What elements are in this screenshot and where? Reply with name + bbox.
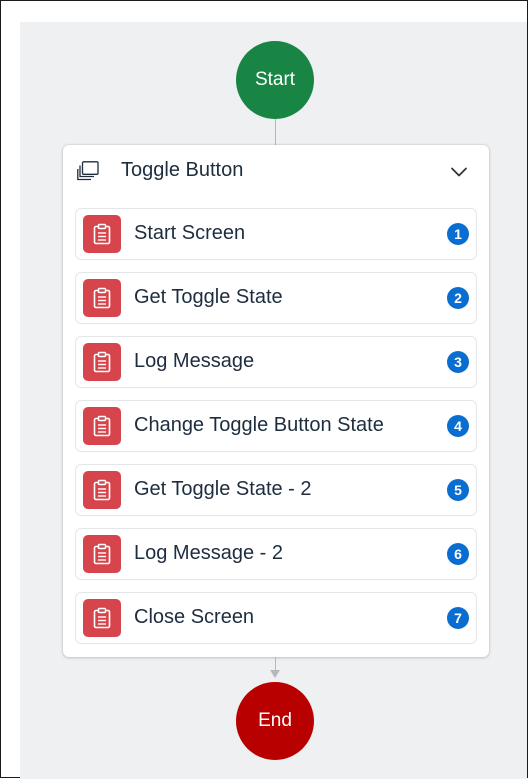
group-title: Toggle Button (121, 159, 244, 181)
clipboard-icon (83, 599, 121, 637)
end-node[interactable]: End (236, 682, 314, 760)
step-label: Log Message - 2 (134, 542, 283, 564)
step-label: Log Message (134, 350, 255, 372)
group-header[interactable]: Toggle Button (63, 145, 489, 197)
connector-line (275, 657, 276, 671)
clipboard-icon (83, 407, 121, 445)
clipboard-icon (83, 343, 121, 381)
end-node-label: End (258, 710, 292, 731)
start-node-label: Start (254, 69, 296, 90)
step-card[interactable]: Get Toggle State - 2 5 (75, 464, 477, 516)
connector-line (275, 119, 276, 145)
clipboard-icon (83, 535, 121, 573)
chevron-down-icon[interactable] (449, 162, 469, 182)
group-toggle-button[interactable]: Toggle Button Start Screen 1 Get Toggle St… (63, 145, 489, 657)
clipboard-icon (83, 215, 121, 253)
copy-icon (77, 161, 99, 181)
step-number-badge: 2 (447, 287, 469, 309)
step-card[interactable]: Get Toggle State 2 (75, 272, 477, 324)
step-number-badge: 4 (447, 415, 469, 437)
clipboard-icon (83, 279, 121, 317)
clipboard-icon (83, 471, 121, 509)
step-label: Start Screen (134, 222, 246, 244)
step-number-badge: 5 (447, 479, 469, 501)
step-label: Change Toggle Button State (134, 414, 384, 436)
step-card[interactable]: Log Message - 2 6 (75, 528, 477, 580)
step-card[interactable]: Start Screen 1 (75, 208, 477, 260)
step-card[interactable]: Close Screen 7 (75, 592, 477, 644)
screenshot-frame: Start Toggle Button Start Screen 1 Get Tog… (0, 0, 528, 779)
step-label: Get Toggle State (134, 286, 283, 308)
step-card[interactable]: Change Toggle Button State 4 (75, 400, 477, 452)
step-label: Close Screen (134, 606, 255, 628)
step-number-badge: 7 (447, 607, 469, 629)
step-number-badge: 3 (447, 351, 469, 373)
step-label: Get Toggle State - 2 (134, 478, 312, 500)
step-number-badge: 1 (447, 223, 469, 245)
step-card[interactable]: Log Message 3 (75, 336, 477, 388)
start-node[interactable]: Start (236, 41, 314, 119)
step-number-badge: 6 (447, 543, 469, 565)
arrow-head (270, 670, 280, 678)
